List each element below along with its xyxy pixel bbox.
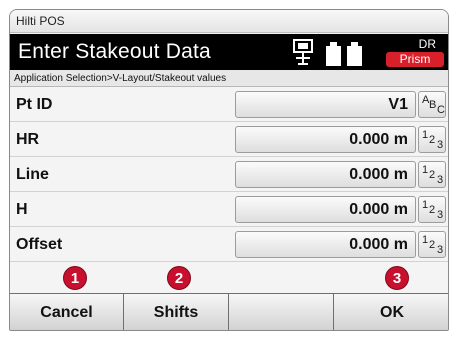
numeric-input-mode-button[interactable]: 1 2 3 xyxy=(418,126,446,153)
target-mode-badge[interactable]: Prism xyxy=(386,52,444,67)
device-frame: Hilti POS Enter Stakeout Data DR Prism A… xyxy=(0,0,457,341)
field-row-line: Line 0.000 m 1 2 3 xyxy=(10,158,448,192)
numeric-input-mode-button[interactable]: 1 2 3 xyxy=(418,231,446,258)
prism-pole-icon xyxy=(293,39,313,65)
line-input[interactable]: 0.000 m xyxy=(235,161,416,188)
cancel-button[interactable]: Cancel xyxy=(10,294,124,330)
pt-id-input[interactable]: V1 xyxy=(235,91,416,118)
shifts-button[interactable]: Shifts xyxy=(124,294,229,330)
breadcrumb: Application Selection>V-Layout/Stakeout … xyxy=(10,70,448,87)
ok-button[interactable]: OK xyxy=(334,294,448,330)
callout-marker: 1 xyxy=(63,266,87,290)
page-title: Enter Stakeout Data xyxy=(18,40,211,63)
field-label: H xyxy=(16,201,28,218)
alpha-input-mode-button[interactable]: A B C xyxy=(418,91,446,118)
callout-marker: 3 xyxy=(385,266,409,290)
field-row-hr: HR 0.000 m 1 2 3 xyxy=(10,123,448,157)
field-label: Offset xyxy=(16,236,63,253)
dialog-header: Enter Stakeout Data DR Prism xyxy=(10,34,448,70)
hr-input[interactable]: 0.000 m xyxy=(235,126,416,153)
field-label: HR xyxy=(16,131,40,148)
callout-marker: 2 xyxy=(167,266,191,290)
app-title-bar: Hilti POS xyxy=(10,10,448,33)
numeric-input-mode-button[interactable]: 1 2 3 xyxy=(418,196,446,223)
softkey-bar: Cancel Shifts OK xyxy=(10,293,448,330)
h-input[interactable]: 0.000 m xyxy=(235,196,416,223)
field-row-pt-id: Pt ID V1 A B C xyxy=(10,88,448,122)
field-label: Line xyxy=(16,166,49,183)
numeric-input-mode-button[interactable]: 1 2 3 xyxy=(418,161,446,188)
app-title: Hilti POS xyxy=(16,14,65,28)
field-row-h: H 0.000 m 1 2 3 xyxy=(10,193,448,227)
battery-icon xyxy=(326,42,362,66)
offset-input[interactable]: 0.000 m xyxy=(235,231,416,258)
empty-softkey[interactable] xyxy=(229,294,334,330)
field-row-offset: Offset 0.000 m 1 2 3 xyxy=(10,228,448,262)
edm-mode-label: DR xyxy=(418,37,436,51)
field-label: Pt ID xyxy=(16,96,53,113)
